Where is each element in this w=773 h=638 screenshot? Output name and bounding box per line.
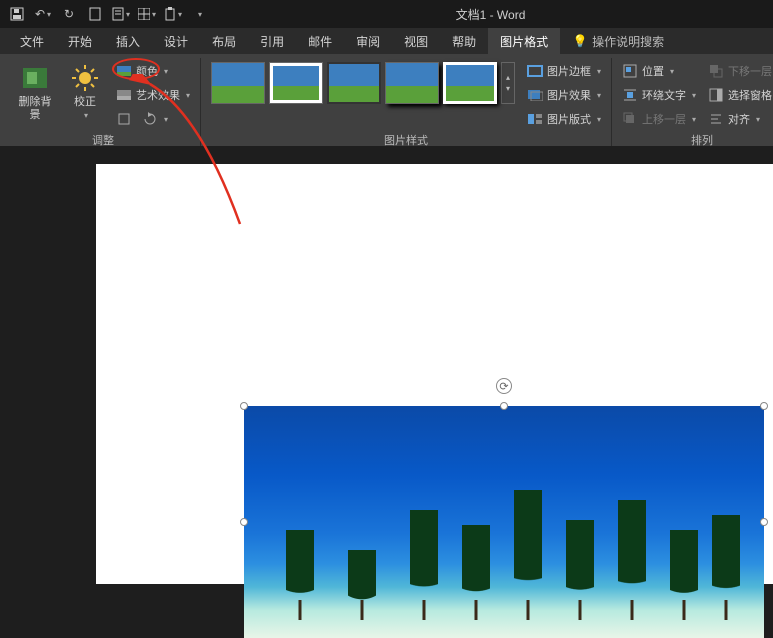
selected-picture[interactable]: ⟳ [244,406,764,638]
style-thumb-1[interactable] [211,62,265,104]
handle-mr[interactable] [760,518,768,526]
style-thumb-4[interactable] [385,62,439,104]
compress-icon [116,111,132,127]
qat-new-doc-icon[interactable] [84,3,106,25]
effects-icon [527,87,543,103]
undo-button[interactable]: ↶▾ [32,3,54,25]
ribbon-tabs: 文件 开始 插入 设计 布局 引用 邮件 审阅 视图 帮助 图片格式 💡 操作说… [0,28,773,54]
group-picture-styles: ▴▾ 图片边框▾ 图片效果▾ 图片版式▾ 图片样式 [201,58,612,146]
gallery-more-button[interactable]: ▴▾ [501,62,515,104]
picture-style-gallery[interactable]: ▴▾ [207,58,519,108]
tab-review[interactable]: 审阅 [344,28,392,54]
selection-pane-button[interactable]: 选择窗格 [704,84,773,106]
align-icon [708,111,724,127]
color-icon [116,63,132,79]
tell-me-search[interactable]: 💡 操作说明搜索 [560,28,664,54]
qat-paste-icon[interactable]: ▾ [162,3,184,25]
style-thumb-3[interactable] [327,62,381,104]
group-adjust: 删除背景 校正 ▾ 颜色▾ 艺术效果▾ [6,58,201,146]
position-button[interactable]: 位置▾ [618,60,700,82]
send-backward-button[interactable]: 下移一层▾ [704,60,773,82]
remove-background-button[interactable]: 删除背景 [12,58,58,126]
backward-icon [708,63,724,79]
wrap-icon [622,87,638,103]
tab-home[interactable]: 开始 [56,28,104,54]
wrap-text-button[interactable]: 环绕文字▾ [618,84,700,106]
pane-icon [708,87,724,103]
corrections-button[interactable]: 校正 ▾ [62,58,108,124]
tab-design[interactable]: 设计 [152,28,200,54]
style-thumb-2[interactable] [269,62,323,104]
pic-layout-icon [527,111,543,127]
color-button[interactable]: 颜色▾ [112,60,194,82]
bring-forward-button[interactable]: 上移一层▾ [618,108,700,130]
tab-mail[interactable]: 邮件 [296,28,344,54]
style-thumb-5[interactable] [443,62,497,104]
title-bar: ↶▾ ↻ ▾ ▾ ▾ ▾ 文档1 - Word [0,0,773,28]
handle-tr[interactable] [760,402,768,410]
reset-icon [142,111,158,127]
qat-page-icon[interactable]: ▾ [110,3,132,25]
qat-customize-dropdown[interactable]: ▾ [188,3,210,25]
tab-file[interactable]: 文件 [8,28,56,54]
document-title: 文档1 - Word [214,6,767,23]
handle-tc[interactable] [500,402,508,410]
artistic-effects-button[interactable]: 艺术效果▾ [112,84,194,106]
sun-icon [69,62,101,94]
picture-effects-button[interactable]: 图片效果▾ [523,84,605,106]
align-button[interactable]: 对齐▾ [704,108,773,130]
save-button[interactable] [6,3,28,25]
border-icon [527,63,543,79]
group-arrange: 位置▾ 环绕文字▾ 上移一层▾ 下移一层▾ 选择窗格 [612,58,773,146]
tab-view[interactable]: 视图 [392,28,440,54]
picture-content [244,406,764,638]
ribbon: 删除背景 校正 ▾ 颜色▾ 艺术效果▾ [0,54,773,146]
tab-help[interactable]: 帮助 [440,28,488,54]
tab-references[interactable]: 引用 [248,28,296,54]
tab-insert[interactable]: 插入 [104,28,152,54]
handle-ml[interactable] [240,518,248,526]
artistic-icon [116,87,132,103]
tab-picture-format[interactable]: 图片格式 [488,28,560,54]
compress-reset-row[interactable]: ▾ [112,108,194,130]
redo-button[interactable]: ↻ [58,3,80,25]
picture-border-button[interactable]: 图片边框▾ [523,60,605,82]
handle-tl[interactable] [240,402,248,410]
forward-icon [622,111,638,127]
tell-me-label: 操作说明搜索 [592,33,664,50]
lightbulb-icon: 💡 [572,33,588,49]
qat-table-icon[interactable]: ▾ [136,3,158,25]
position-icon [622,63,638,79]
document-area: ⟳ [0,146,773,500]
tab-layout[interactable]: 布局 [200,28,248,54]
rotate-handle[interactable]: ⟳ [496,378,512,394]
remove-bg-icon [19,62,51,94]
picture-layout-button[interactable]: 图片版式▾ [523,108,605,130]
